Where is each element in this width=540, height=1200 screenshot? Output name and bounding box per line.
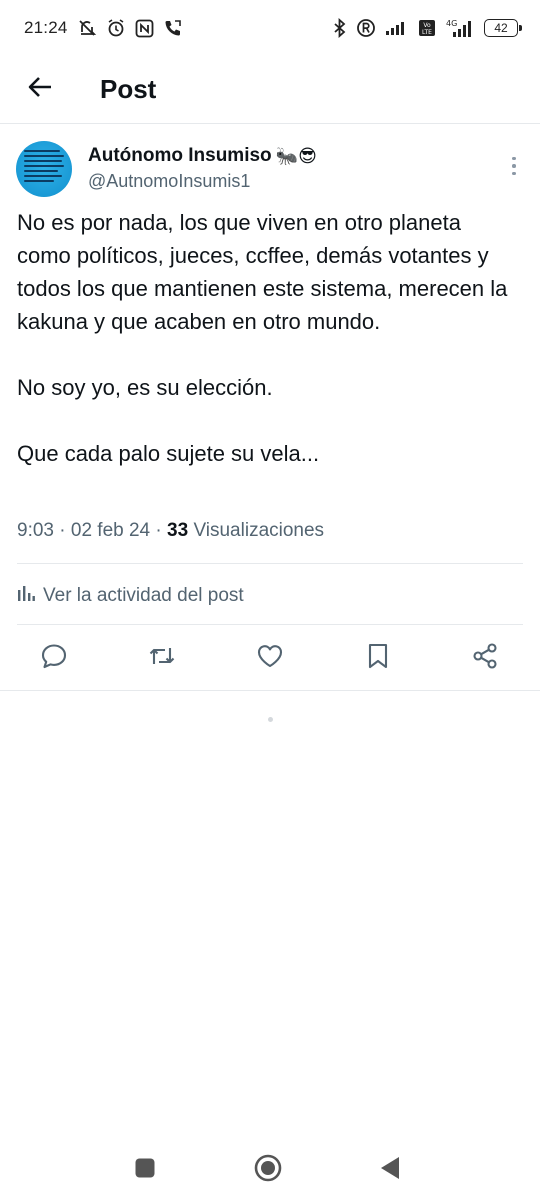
- share-icon: [471, 642, 499, 675]
- share-button[interactable]: [469, 642, 501, 674]
- page-title: Post: [100, 74, 157, 104]
- triangle-back-icon: [378, 1155, 402, 1186]
- author-name-text: Autónomo Insumiso: [88, 145, 272, 166]
- svg-text:LTE: LTE: [422, 29, 432, 36]
- divider: [17, 563, 523, 564]
- views-count: 33: [167, 520, 189, 541]
- analytics-icon: [17, 584, 35, 608]
- post-time[interactable]: 9:03: [17, 520, 54, 541]
- post-activity-link[interactable]: Ver la actividad del post: [17, 580, 244, 612]
- activity-label: Ver la actividad del post: [43, 585, 244, 606]
- system-navigation-bar: [0, 1140, 540, 1200]
- signal-4g-icon: 4G: [445, 18, 475, 38]
- volte-icon: Vo LTE: [418, 19, 436, 37]
- reply-button[interactable]: [38, 642, 70, 674]
- bookmark-button[interactable]: [362, 642, 394, 674]
- author-emoji: 🐜😎: [275, 145, 317, 166]
- post-actions: [0, 632, 540, 684]
- nfc-icon: [135, 19, 154, 38]
- alarm-icon: [106, 18, 126, 38]
- heart-icon: [256, 642, 284, 675]
- status-bar: 21:24 Vo LTE 4G 42: [0, 0, 540, 56]
- post-header: Autónomo Insumiso 🐜😎 @AutnomoInsumis1: [0, 135, 540, 205]
- meta-separator: ·: [59, 520, 71, 541]
- reply-icon: [40, 642, 68, 675]
- divider: [0, 690, 540, 691]
- more-vertical-icon: [512, 156, 516, 176]
- divider: [17, 624, 523, 625]
- top-app-bar: Post: [0, 56, 540, 124]
- arrow-left-icon: [27, 75, 53, 104]
- post-text: No es por nada, los que viven en otro pl…: [17, 210, 508, 466]
- retweet-button[interactable]: [146, 642, 178, 674]
- svg-text:Vo: Vo: [423, 22, 431, 29]
- svg-text:4G: 4G: [446, 19, 457, 28]
- avatar[interactable]: [16, 141, 72, 197]
- home-button[interactable]: [252, 1154, 284, 1186]
- recents-button[interactable]: [129, 1154, 161, 1186]
- loading-indicator: [268, 717, 273, 722]
- post-date[interactable]: 02 feb 24: [71, 520, 150, 541]
- post-meta: 9:03 · 02 feb 24 · 33 Visualizaciones: [17, 520, 324, 542]
- bookmark-icon: [365, 642, 391, 675]
- status-time: 21:24: [24, 18, 68, 37]
- retweet-icon: [147, 642, 177, 675]
- call-icon: [163, 18, 183, 38]
- author-handle[interactable]: @AutnomoInsumis1: [88, 171, 250, 192]
- bluetooth-icon: [333, 18, 347, 38]
- meta-separator: ·: [155, 520, 168, 541]
- battery-icon: 42: [484, 19, 522, 37]
- back-nav-button[interactable]: [374, 1154, 406, 1186]
- home-circle-icon: [253, 1153, 283, 1188]
- back-button[interactable]: [20, 70, 60, 110]
- battery-level: 42: [494, 21, 508, 35]
- square-icon: [134, 1157, 156, 1184]
- mute-icon: [77, 18, 97, 38]
- like-button[interactable]: [254, 642, 286, 674]
- views-label: Visualizaciones: [193, 520, 325, 541]
- signal-icon: [385, 20, 409, 36]
- author-name[interactable]: Autónomo Insumiso 🐜😎: [88, 145, 317, 167]
- registered-icon: [356, 18, 376, 38]
- more-options-button[interactable]: [502, 151, 526, 181]
